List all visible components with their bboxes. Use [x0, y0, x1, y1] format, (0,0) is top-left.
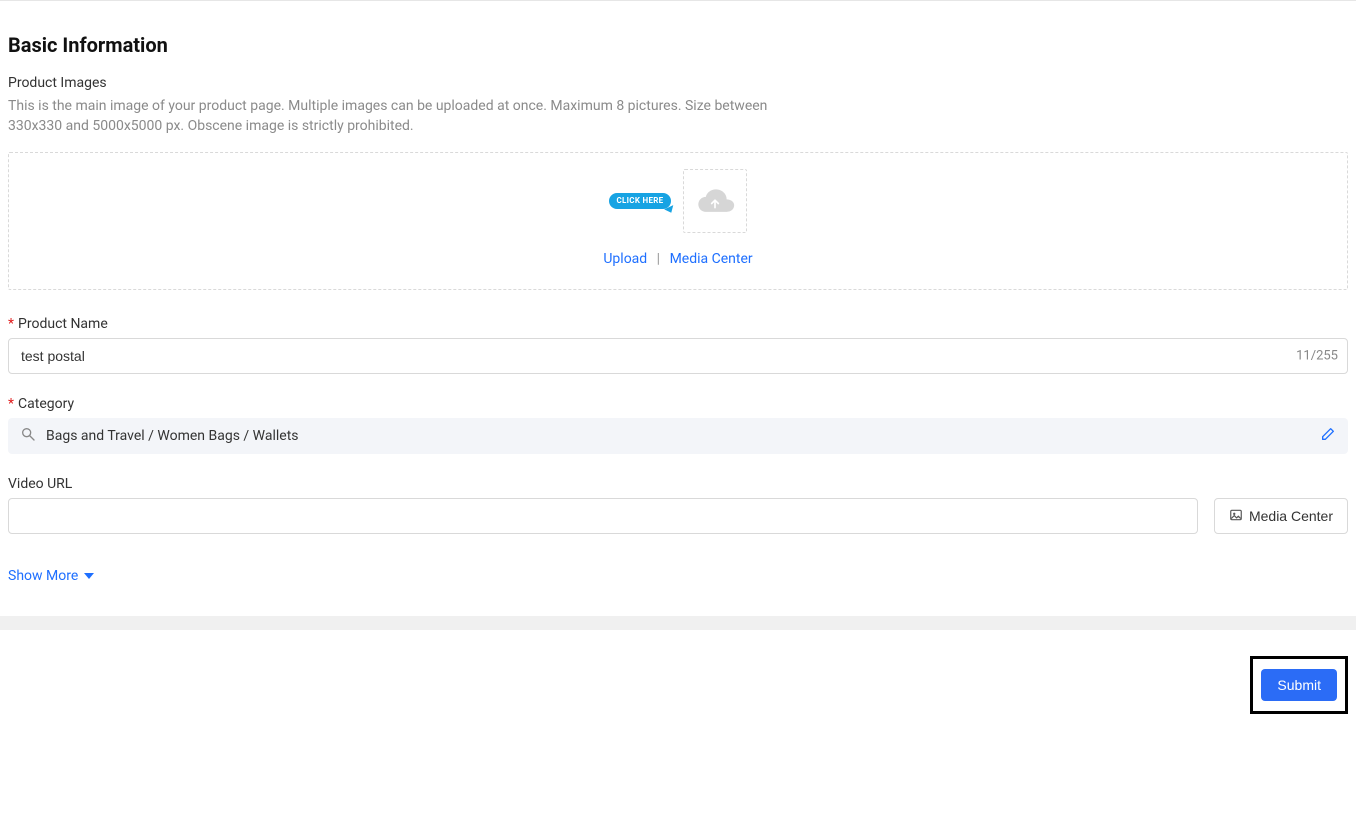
- product-name-input[interactable]: [8, 338, 1348, 374]
- video-media-center-button[interactable]: Media Center: [1214, 498, 1348, 534]
- video-url-row: Media Center: [8, 498, 1348, 534]
- product-name-label-text: Product Name: [18, 316, 108, 332]
- product-name-input-wrap: 11/255: [8, 338, 1348, 374]
- cloud-upload-icon: [695, 185, 735, 217]
- required-mark: *: [8, 396, 14, 412]
- category-label-text: Category: [18, 396, 74, 412]
- search-icon: [20, 426, 36, 446]
- chevron-down-icon: [84, 573, 94, 579]
- basic-information-title: Basic Information: [8, 33, 1348, 57]
- upload-link[interactable]: Upload: [603, 251, 647, 267]
- product-name-counter: 11/255: [1296, 349, 1338, 364]
- product-images-label: Product Images: [8, 75, 1348, 91]
- image-upload-area[interactable]: CLICK HERE Upload | Media Center: [8, 152, 1348, 290]
- category-label: * Category: [8, 396, 1348, 412]
- category-value: Bags and Travel / Women Bags / Wallets: [46, 428, 1310, 444]
- bottom-spacer: [0, 748, 1356, 820]
- basic-information-section: Basic Information Product Images This is…: [0, 1, 1356, 616]
- edit-icon[interactable]: [1320, 426, 1336, 446]
- show-more-label: Show More: [8, 568, 78, 584]
- footer-bar: Submit: [0, 644, 1356, 726]
- image-icon: [1229, 508, 1243, 525]
- show-more-toggle[interactable]: Show More: [8, 568, 94, 584]
- upload-links-separator: |: [657, 251, 660, 267]
- product-name-label: * Product Name: [8, 316, 1348, 332]
- submit-button[interactable]: Submit: [1261, 669, 1337, 701]
- click-here-badge: CLICK HERE: [609, 193, 672, 209]
- section-divider: [0, 616, 1356, 630]
- category-field[interactable]: Bags and Travel / Women Bags / Wallets: [8, 418, 1348, 454]
- video-url-input[interactable]: [8, 498, 1198, 534]
- product-images-help: This is the main image of your product p…: [8, 97, 808, 136]
- upload-icons-row: CLICK HERE: [609, 169, 748, 233]
- video-media-center-label: Media Center: [1249, 508, 1333, 524]
- video-url-label: Video URL: [8, 476, 1348, 492]
- upload-placeholder-box[interactable]: [683, 169, 747, 233]
- required-mark: *: [8, 316, 14, 332]
- media-center-link[interactable]: Media Center: [670, 251, 753, 267]
- submit-highlight-box: Submit: [1250, 656, 1348, 714]
- upload-links: Upload | Media Center: [9, 251, 1347, 267]
